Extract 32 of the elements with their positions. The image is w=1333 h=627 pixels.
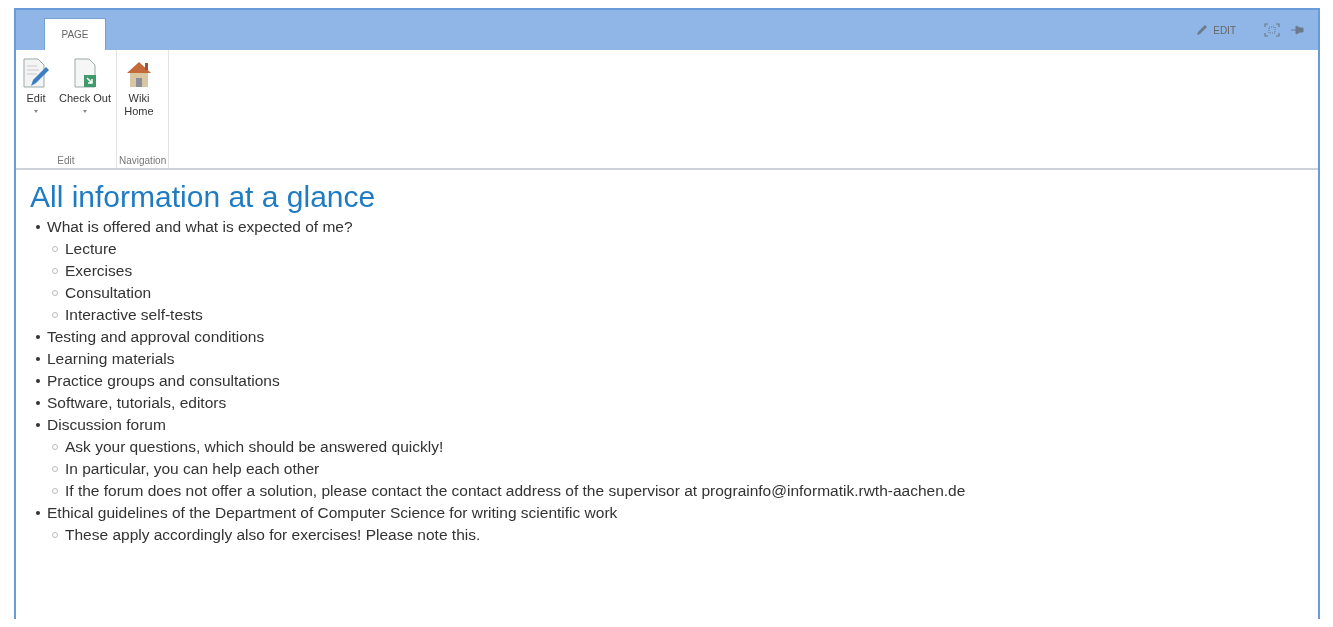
ribbon-button[interactable]: Edit [18, 58, 54, 136]
list-item: In particular, you can help each other [65, 460, 320, 478]
document-pencil-icon [21, 58, 51, 90]
bullet-icon [36, 423, 40, 427]
list-item: If the forum does not offer a solution, please contact the contact address of the supervisor at prograinfo@informatik.rwth-aachen.de [65, 482, 966, 500]
pencil-icon [1196, 24, 1209, 36]
list-item: Software, tutorials, editors [47, 394, 227, 412]
list-item: Ask your questions, which should be answered quickly! [65, 438, 444, 456]
focus-icon[interactable] [1264, 23, 1280, 37]
list-item: Practice groups and consultations [47, 372, 280, 390]
bullet-icon [36, 335, 40, 339]
ribbon-button[interactable]: Check Out [56, 58, 114, 136]
bullet-icon [36, 357, 40, 361]
list-item: Learning materials [47, 350, 175, 368]
ribbon-button[interactable]: Wiki Home [118, 58, 159, 136]
group-label: Navigation [118, 155, 167, 168]
ribbon-tab[interactable]: PAGE [44, 18, 106, 50]
list-item: Interactive self-tests [65, 306, 203, 324]
page-heading: All information at a glance [30, 180, 377, 214]
list-item: Consultation [65, 284, 152, 302]
bullet-icon [36, 225, 40, 229]
bullet-icon [36, 401, 40, 405]
list-item: These apply accordingly also for exercises! Please note this. [65, 526, 481, 544]
bullet-icon [36, 511, 40, 515]
bullet-icon [36, 379, 40, 383]
group-label: Edit [56, 155, 76, 168]
list-item: Exercises [65, 262, 133, 280]
list-item: Ethical guidelines of the Department of Computer Science for writing scientific work [47, 504, 618, 522]
list-item: Lecture [65, 240, 117, 258]
list-item: Testing and approval conditions [47, 328, 265, 346]
list-item: Discussion forum [47, 416, 166, 434]
list-item: What is offered and what is expected of me? [47, 218, 353, 236]
